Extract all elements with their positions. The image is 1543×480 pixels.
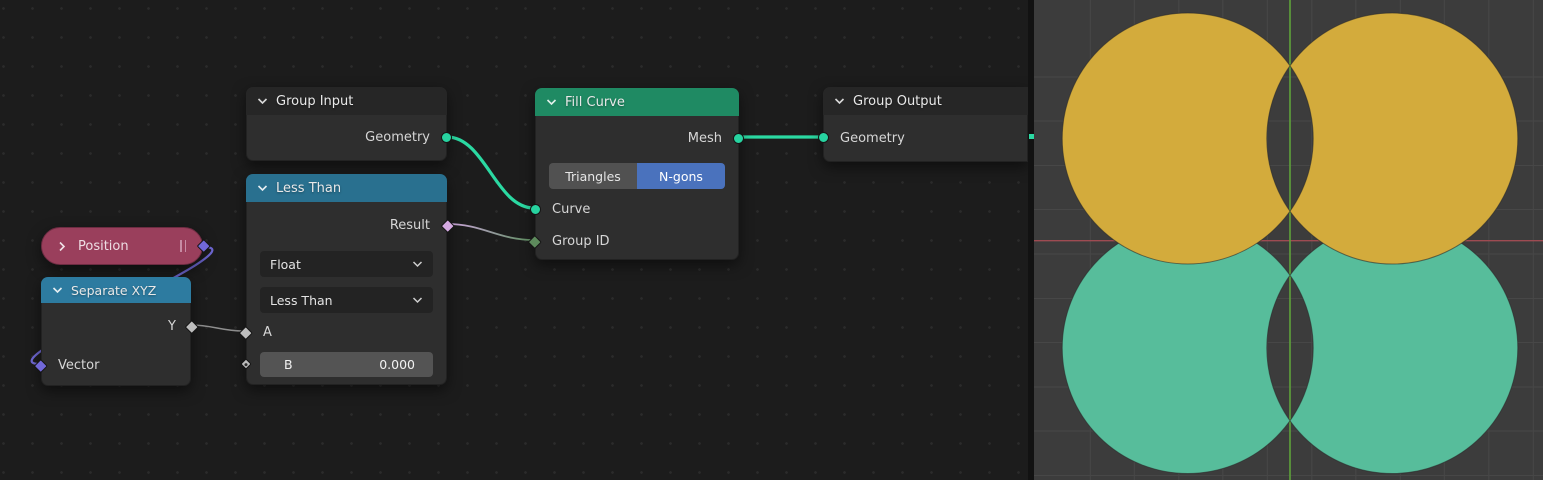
socket-label: Vector [58,357,100,373]
fill-mode-buttons: Triangles N-gons [549,163,725,189]
socket-label: Curve [552,201,591,217]
ngons-button[interactable]: N-gons [637,163,725,189]
b-value-field[interactable]: B 0.000 [260,352,433,377]
input-row-curve: Curve [536,196,738,222]
chevron-down-icon[interactable] [257,184,268,192]
socket-geometry-output[interactable] [441,132,452,143]
drag-grip-icon[interactable] [180,240,186,252]
node-group-input-header[interactable]: Group Input [246,87,447,115]
chevron-down-icon[interactable] [546,98,557,106]
socket-label: Y [168,318,176,334]
socket-geometry-input[interactable] [818,132,829,143]
operation-dropdown[interactable]: Less Than [260,287,433,313]
3d-viewport[interactable] [1034,0,1543,480]
dropdown-value: Float [270,256,301,272]
node-position[interactable]: Position [41,227,203,265]
node-title: Group Input [276,93,354,109]
chevron-down-icon [412,260,423,268]
region-splitter[interactable] [1028,0,1034,480]
node-separate-xyz[interactable]: Separate XYZ Y Vector [34,277,198,386]
viewport-scene [1034,0,1543,480]
blender-window: Group Input Geometry Less Than Result Fl… [0,0,1543,480]
input-row-a: A [247,319,446,345]
socket-curve-input[interactable] [530,203,541,215]
node-less-than[interactable]: Less Than Result Float Less Than A B 0.0… [239,174,454,385]
node-fill-curve[interactable]: Fill Curve Mesh Triangles N-gons Curve G… [528,88,744,260]
node-group-output-header[interactable]: Group Output [823,87,1028,115]
socket-label: Geometry [840,130,905,146]
output-row-mesh: Mesh [536,125,738,151]
input-row-vector: Vector [42,352,190,378]
chevron-down-icon [412,296,423,304]
node-title: Less Than [276,180,342,196]
field-value: 0.000 [379,357,415,372]
node-less-than-header[interactable]: Less Than [246,174,447,202]
output-row-y: Y [42,313,190,339]
output-row-result: Result [247,212,446,238]
field-label: B [284,357,293,372]
chevron-down-icon[interactable] [257,97,268,105]
socket-label: Group ID [552,233,610,249]
input-row-group-id: Group ID [536,228,738,254]
node-group-output[interactable]: Group Output Geometry [818,87,1028,162]
node-title: Position [78,238,129,254]
node-title: Fill Curve [565,94,625,110]
socket-label: A [263,324,272,340]
output-row-geometry: Geometry [247,124,446,150]
dropdown-value: Less Than [270,292,333,308]
socket-label: Geometry [365,129,430,145]
node-title: Group Output [853,93,942,109]
socket-label: Result [389,217,430,233]
node-group-input[interactable]: Group Input Geometry [246,87,452,161]
triangles-button[interactable]: Triangles [549,163,637,189]
clipped-socket-dot [1029,134,1034,139]
chevron-right-icon[interactable] [58,241,69,251]
socket-mesh-output[interactable] [733,132,744,144]
chevron-down-icon[interactable] [834,97,845,105]
chevron-down-icon[interactable] [52,286,63,294]
data-type-dropdown[interactable]: Float [260,251,433,277]
socket-label: Mesh [687,130,722,146]
input-row-geometry: Geometry [824,125,1027,151]
node-separate-xyz-header[interactable]: Separate XYZ [41,277,191,303]
node-fill-curve-header[interactable]: Fill Curve [535,88,739,116]
node-title: Separate XYZ [71,282,157,298]
